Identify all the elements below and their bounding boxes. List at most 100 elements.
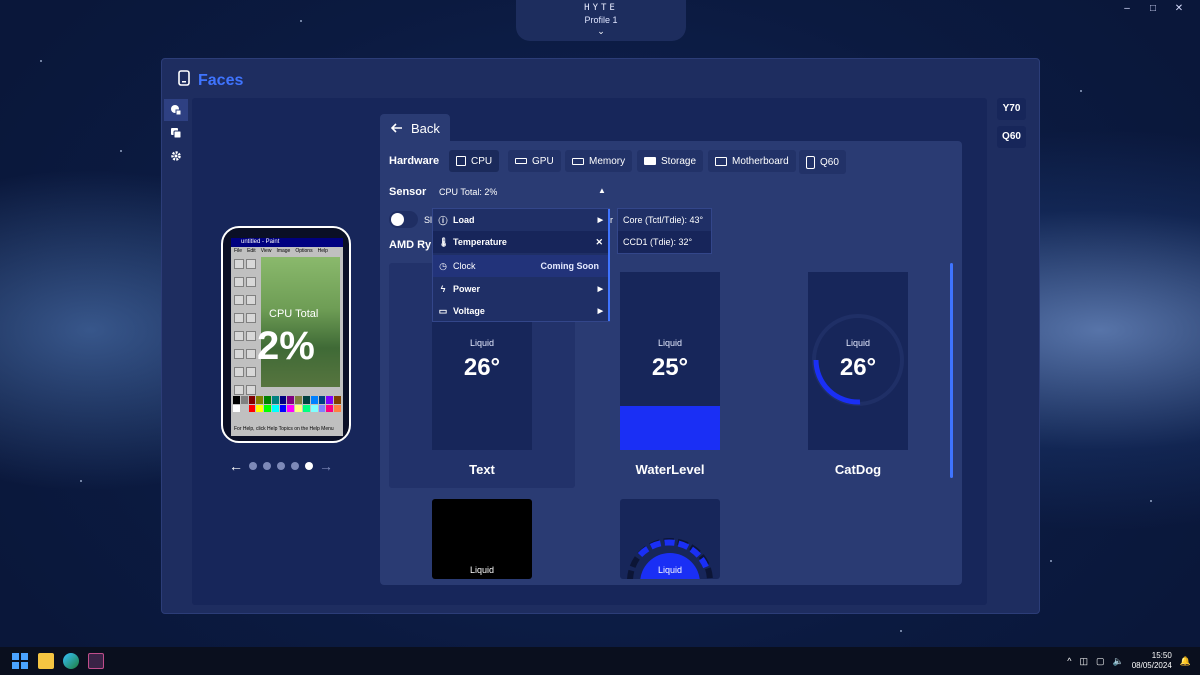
display-toggle[interactable] [389,211,418,228]
arrow-left-icon [390,121,403,136]
brand-logo: HYTE [584,3,618,13]
next-arrow-icon[interactable]: → [319,458,333,474]
volume-icon[interactable]: 🔈 [1113,656,1124,667]
pager-dot[interactable] [277,462,285,470]
chevron-up-icon[interactable]: ^ [1067,656,1071,666]
pager-dot-active[interactable] [305,462,313,470]
phone-icon [178,70,190,91]
paint-menu-file: File [234,248,243,254]
windows-start-icon[interactable] [12,653,28,669]
toggle-label: Sl [424,215,433,225]
menu-item-load[interactable]: ⓘ Load ▶ [433,209,609,231]
face-card-dark[interactable]: Liquid [432,499,532,579]
paint-menu-image: Image [276,248,291,254]
device-tab-q60[interactable]: Q60 [997,126,1026,148]
sensor-label: Sensor [389,186,427,198]
tab-label: CPU [471,155,493,167]
paint-menu-help: Help [317,248,328,254]
faces-icon [171,105,182,116]
tab-q60[interactable]: Q60 [799,150,846,174]
face-name: CatDog [834,462,882,477]
menu-item-temperature[interactable]: 🌡 Temperature ✕ [433,231,609,253]
tab-cpu[interactable]: CPU [449,150,500,172]
notification-bell-icon[interactable]: 🔔 [1180,656,1191,667]
face-card-ring[interactable]: Liquid [620,499,720,579]
paint-title: untitled - Paint [231,238,343,247]
back-label: Back [411,120,440,136]
back-button[interactable]: Back [380,114,450,142]
tab-label: Memory [589,155,626,167]
close-icon[interactable]: ✕ [595,237,603,248]
clock-icon: ◷ [439,260,447,271]
display-icon[interactable]: ▢ [1096,656,1105,667]
menu-item-label: Temperature [453,237,507,247]
menu-item-label: Clock [453,261,476,271]
pager-dot[interactable] [263,462,271,470]
profile-name: Profile 1 [584,15,618,25]
paint-palette [233,396,341,412]
device-tab-y70[interactable]: Y70 [997,98,1026,120]
clock[interactable]: 15:50 08/05/2024 [1132,651,1172,671]
minimize-button[interactable]: – [1114,3,1140,14]
face-preview-device: untitled - Paint File Edit View Image Op… [221,226,351,443]
clock-date: 08/05/2024 [1131,661,1172,670]
sensor-select[interactable]: CPU Total: 2% [439,187,497,197]
menu-item-voltage[interactable]: ▭ Voltage ▶ [433,300,609,322]
system-tray: ^ ◫ ▢ 🔈 15:50 08/05/2024 🔔 [1067,651,1191,671]
scrollbar[interactable] [950,263,953,478]
tab-label: Q60 [820,156,839,168]
page-title: Faces [178,70,243,91]
menu-item-label: Load [453,215,475,225]
face-label: Liquid [845,338,871,348]
motherboard-icon [715,156,727,166]
tab-storage[interactable]: Storage [637,150,704,172]
menu-scrollbar[interactable] [608,209,610,321]
battery-icon: ▭ [438,305,448,316]
profile-selector[interactable]: HYTE Profile 1 ⌄ [516,0,686,41]
hyte-app-icon[interactable] [88,653,104,669]
maximize-button[interactable]: □ [1140,3,1166,14]
tab-gpu[interactable]: GPU [508,150,561,172]
pager-dot[interactable] [291,462,299,470]
menu-item-label: Power [453,284,481,294]
tab-label: Motherboard [732,155,789,167]
file-explorer-icon[interactable] [38,653,54,669]
face-card-waterlevel[interactable]: Liquid 25° WaterLevel [610,263,730,488]
coming-soon-badge: Coming Soon [540,261,600,271]
taskbar: ^ ◫ ▢ 🔈 15:50 08/05/2024 🔔 [0,647,1200,675]
caret-up-icon[interactable]: ▲ [598,186,606,195]
device-name: AMD Ry [389,239,432,251]
page-title-label: Faces [198,71,244,89]
temperature-submenu: Core (Tctl/Tdie): 43° CCD1 (Tdie): 32° [617,208,712,254]
face-thumb: Liquid 26° [808,272,908,450]
submenu-item[interactable]: Core (Tctl/Tdie): 43° [618,209,711,231]
memory-icon [572,157,584,165]
tab-memory[interactable]: Memory [565,150,633,172]
sidebar-item-layers[interactable] [164,122,188,144]
edge-browser-icon[interactable] [63,653,79,669]
face-card-catdog[interactable]: Liquid 26° CatDog [798,263,918,488]
layers-icon [171,128,182,139]
tab-motherboard[interactable]: Motherboard [708,150,796,172]
metric-label: CPU Total [269,308,319,320]
sidebar-item-settings[interactable] [164,145,188,167]
bolt-icon: ϟ [440,284,446,294]
network-icon[interactable]: ◫ [1079,656,1088,667]
prev-arrow-icon[interactable]: ← [229,458,243,474]
sidebar-item-faces[interactable] [164,99,188,121]
caret-right-icon: ▶ [597,308,603,315]
face-thumb: Liquid 25° [620,272,720,450]
pager-dot[interactable] [249,462,257,470]
close-button[interactable]: ✕ [1166,3,1192,14]
submenu-item[interactable]: CCD1 (Tdie): 32° [618,231,711,253]
clock-time: 15:50 [1151,651,1172,660]
tab-label: Storage [661,155,697,167]
tab-label: GPU [532,155,554,167]
menu-item-power[interactable]: ϟ Power ▶ [433,278,609,300]
device-tabs: Y70 Q60 [997,98,1027,154]
paint-menu-view: View [260,248,272,254]
chevron-down-icon[interactable]: ⌄ [516,27,686,36]
face-label: Liquid [469,565,495,575]
face-name: Text [469,462,495,477]
paint-toolbox [233,257,259,395]
